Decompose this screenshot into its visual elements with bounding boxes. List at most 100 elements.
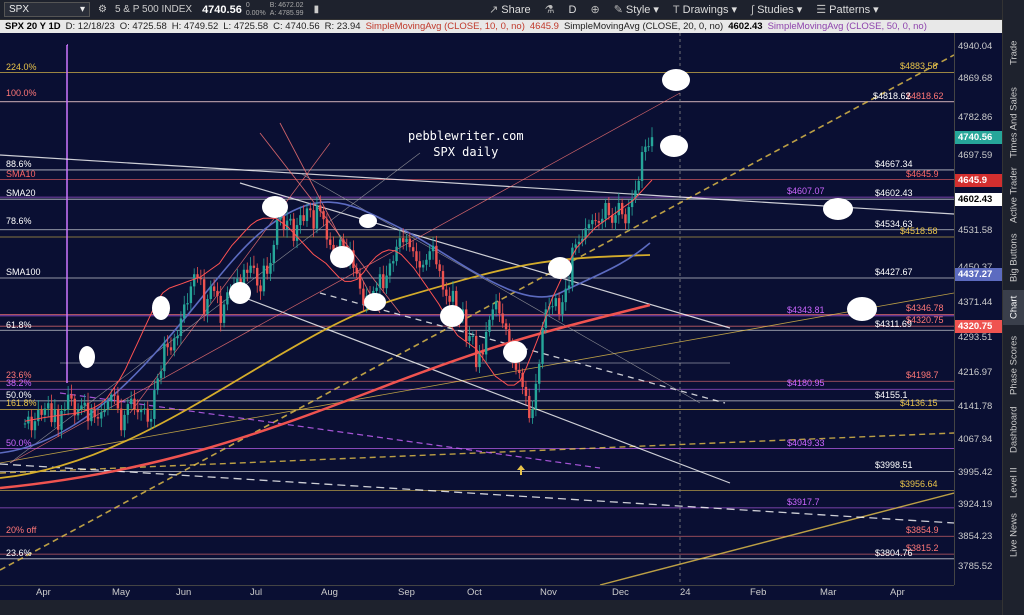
candle-body bbox=[468, 335, 471, 341]
share-label: Share bbox=[501, 3, 531, 16]
sidebar-tab-trade[interactable]: Trade bbox=[1003, 30, 1024, 75]
legend-date: D: 12/18/23 bbox=[65, 21, 115, 32]
candle-body bbox=[163, 343, 166, 372]
price-tag: 4740.56 bbox=[955, 130, 1002, 144]
y-tick-label: 4293.51 bbox=[958, 332, 993, 344]
candle-body bbox=[428, 251, 431, 260]
candle-body bbox=[30, 416, 33, 431]
candle-body bbox=[355, 267, 358, 274]
y-tick-label: 4782.86 bbox=[958, 111, 993, 123]
change-abs: 0 bbox=[245, 1, 250, 9]
right-sidebar: Trade Times And Sales Active Trader Big But… bbox=[1002, 0, 1024, 615]
sidebar-tab-dashboard[interactable]: Dashboard bbox=[1003, 405, 1024, 455]
candle-body bbox=[329, 239, 332, 245]
sidebar-tab-level-ii[interactable]: Level II bbox=[1003, 460, 1024, 505]
sidebar-tab-active-trader[interactable]: Active Trader bbox=[1003, 165, 1024, 225]
fib-level-label: SMA20 bbox=[6, 187, 36, 198]
y-tick-label: 4067.94 bbox=[958, 434, 993, 446]
fib-level-label: 20% off bbox=[6, 525, 37, 536]
candle-body bbox=[202, 279, 206, 314]
candle-body bbox=[531, 409, 534, 419]
candle-body bbox=[50, 403, 53, 423]
bars-icon[interactable]: ▮ bbox=[314, 4, 320, 15]
arrow-up-icon bbox=[517, 465, 525, 475]
candle-body bbox=[96, 417, 100, 419]
sma20-label[interactable]: SimpleMovingAvg (CLOSE, 20, 0, no) bbox=[564, 21, 723, 32]
candle-body bbox=[249, 265, 252, 273]
settings-icon[interactable]: ⚙ bbox=[98, 4, 107, 15]
candle-body bbox=[597, 221, 601, 223]
x-tick-label: May bbox=[112, 587, 130, 598]
candle-body bbox=[385, 275, 388, 289]
candle-body bbox=[624, 214, 627, 224]
sidebar-tab-phase-scores[interactable]: Phase Scores bbox=[1003, 330, 1024, 400]
price-chart[interactable]: pebblewriter.com SPX daily $4883.58 $4818… bbox=[0, 33, 955, 586]
candle-body bbox=[156, 378, 159, 391]
studies-button[interactable]: ∫ Studies ▾ bbox=[751, 3, 802, 17]
candle-body bbox=[342, 239, 345, 246]
candle-body bbox=[199, 278, 203, 280]
candle-body bbox=[312, 210, 315, 229]
x-tick-label: Jun bbox=[176, 587, 192, 598]
candle-body bbox=[299, 215, 302, 226]
annotation-ellipse bbox=[330, 246, 354, 268]
patterns-button[interactable]: ☰ Patterns ▾ bbox=[816, 3, 878, 17]
candle-body bbox=[435, 245, 438, 265]
candle-body bbox=[269, 262, 272, 274]
ask-value: 4785.99 bbox=[278, 9, 304, 17]
candle-body bbox=[319, 205, 322, 212]
candle-body bbox=[398, 238, 402, 247]
candle-body bbox=[309, 208, 312, 211]
candle-body bbox=[534, 383, 538, 410]
legend-range: R: 23.94 bbox=[324, 21, 361, 32]
candle-body bbox=[431, 245, 435, 252]
annotation-ellipse bbox=[503, 341, 527, 363]
candle-body bbox=[498, 301, 501, 314]
bottom-scrollbar[interactable] bbox=[0, 600, 1002, 615]
candle-body bbox=[153, 390, 156, 419]
drawings-button[interactable]: T Drawings ▾ bbox=[673, 3, 737, 17]
candle-body bbox=[209, 286, 212, 300]
candle-body bbox=[159, 371, 163, 379]
legend-close: C: 4740.56 bbox=[273, 21, 320, 32]
studies-icon: ∫ bbox=[751, 3, 755, 16]
flask-button[interactable]: ⚗ bbox=[545, 3, 555, 16]
legend-open: O: 4725.58 bbox=[119, 21, 167, 32]
candle-body bbox=[392, 261, 395, 264]
sidebar-tab-chart[interactable]: Chart bbox=[1003, 290, 1024, 325]
sma20-value: 4602.43 bbox=[728, 21, 763, 32]
sidebar-tab-live-news[interactable]: Live News bbox=[1003, 510, 1024, 560]
fib-level-label: 50.0% bbox=[6, 437, 32, 448]
zoom-button[interactable]: ⊕ bbox=[590, 3, 599, 16]
candle-body bbox=[103, 409, 106, 413]
candle-body bbox=[405, 238, 408, 243]
candle-body bbox=[86, 402, 90, 422]
share-button[interactable]: ↗ Share bbox=[489, 3, 531, 17]
chart-legend: SPX 20 Y 1D D: 12/18/23 O: 4725.58 H: 47… bbox=[0, 20, 1002, 33]
share-icon: ↗ bbox=[489, 4, 499, 16]
sidebar-tab-times-and-sales[interactable]: Times And Sales bbox=[1003, 80, 1024, 165]
candle-body bbox=[445, 289, 448, 296]
dropdown-icon[interactable]: ▾ bbox=[80, 4, 85, 15]
candle-body bbox=[640, 152, 644, 181]
timeframe-button[interactable]: D bbox=[569, 4, 577, 16]
candle-body bbox=[226, 292, 229, 305]
candle-body bbox=[40, 409, 43, 415]
time-axis[interactable]: Apr May Jun Jul Aug Sep Oct Nov Dec 24 Feb Mar Apr bbox=[0, 585, 954, 600]
chart-title: SPX 20 Y 1D bbox=[5, 21, 61, 32]
y-tick-label: 3924.19 bbox=[958, 498, 993, 510]
sidebar-tab-big-buttons[interactable]: Big Buttons bbox=[1003, 228, 1024, 288]
symbol-input[interactable]: SPX ▾ bbox=[4, 2, 90, 17]
price-tag: 4602.43 bbox=[955, 193, 1002, 207]
sma10-label[interactable]: SimpleMovingAvg (CLOSE, 10, 0, no) bbox=[366, 21, 525, 32]
y-tick-label: 4141.78 bbox=[958, 400, 993, 412]
candle-body bbox=[262, 265, 266, 292]
index-name: 5 & P 500 INDEX bbox=[114, 4, 193, 15]
candle-body bbox=[189, 286, 193, 304]
annotation-ellipse bbox=[152, 296, 170, 320]
top-toolbar: SPX ▾ ⚙ 5 & P 500 INDEX 4740.56 0 0.00% B… bbox=[0, 0, 1024, 20]
candle-body bbox=[451, 290, 455, 302]
price-axis[interactable]: 4940.044869.684782.864697.594531.584450.… bbox=[954, 33, 1002, 585]
style-button[interactable]: ✎ Style ▾ bbox=[614, 3, 659, 17]
sma50-label[interactable]: SimpleMovingAvg (CLOSE, 50, 0, no) bbox=[768, 21, 927, 32]
